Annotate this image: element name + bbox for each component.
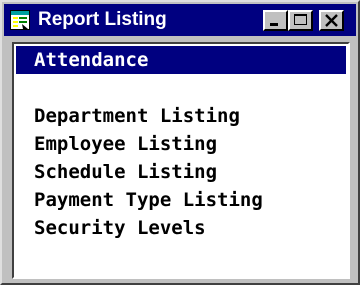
report-list[interactable]: Attendance Department Listing Employee L… <box>12 42 350 279</box>
maximize-button[interactable] <box>288 10 313 31</box>
list-item-employee-listing[interactable]: Employee Listing <box>16 130 346 158</box>
title-bar[interactable]: Report Listing <box>4 4 356 36</box>
list-item-security-levels[interactable]: Security Levels <box>16 214 346 242</box>
close-icon <box>325 14 338 27</box>
minimize-icon <box>270 23 278 26</box>
report-listing-window: Report Listing Attendance Department Lis… <box>0 0 360 285</box>
minimize-button[interactable] <box>263 10 288 31</box>
list-item-schedule-listing[interactable]: Schedule Listing <box>16 158 346 186</box>
close-button[interactable] <box>319 10 344 31</box>
list-item-department-listing[interactable]: Department Listing <box>16 102 346 130</box>
list-item-attendance[interactable]: Attendance <box>16 46 346 74</box>
list-item-payment-type-listing[interactable]: Payment Type Listing <box>16 186 346 214</box>
window-title: Report Listing <box>38 9 167 30</box>
maximize-icon <box>294 14 307 25</box>
report-listing-app-icon[interactable] <box>10 10 30 30</box>
list-item-blank[interactable] <box>16 74 346 102</box>
